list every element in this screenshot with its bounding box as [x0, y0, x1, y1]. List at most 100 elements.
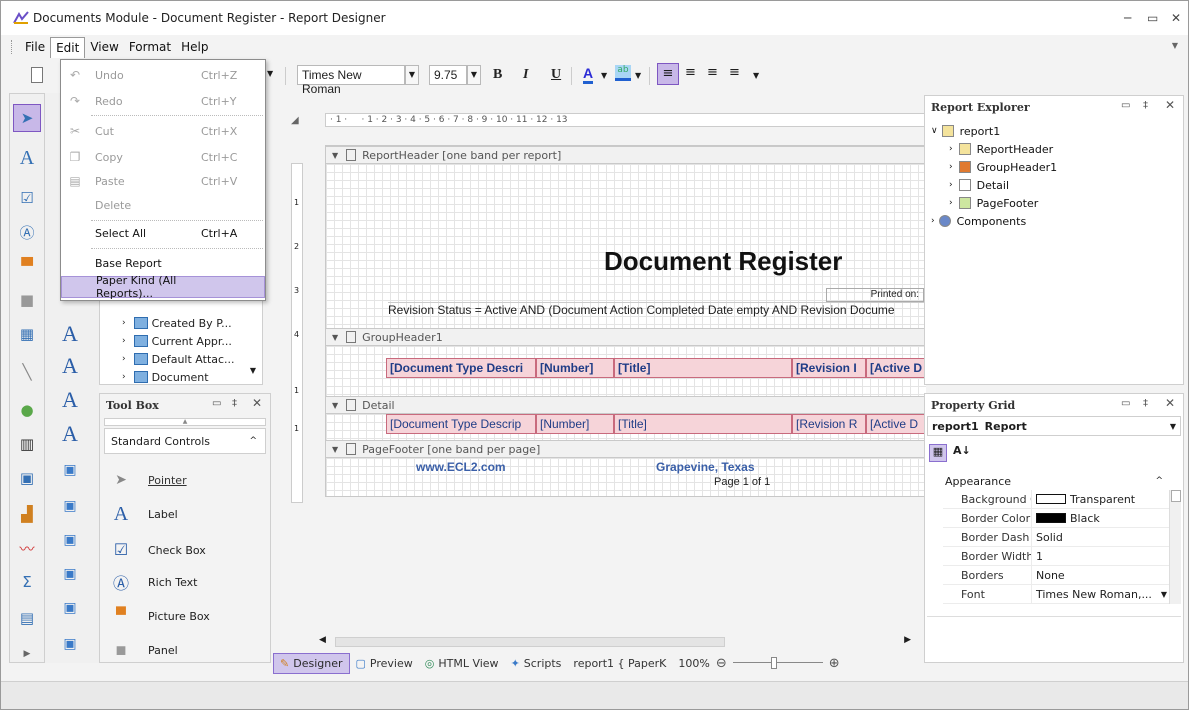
band-detail[interactable]: ▼ Detail [326, 396, 926, 414]
font-dropdown-icon[interactable]: ▼ [1161, 590, 1167, 599]
shape-tool-icon[interactable]: ● [13, 396, 41, 424]
group-cell[interactable]: [Number] [536, 358, 614, 378]
maximize-icon[interactable]: ▭ [1147, 11, 1158, 25]
close-icon[interactable]: ✕ [1171, 11, 1181, 25]
scroll-left-icon[interactable]: ◀ [319, 635, 326, 645]
font-size-combo[interactable]: 9.75 [429, 65, 467, 85]
sparkline-tool-icon[interactable]: 〰 [13, 534, 41, 562]
report-header-area[interactable]: Document Register Printed on: Revision S… [326, 164, 926, 328]
zoom-in-icon[interactable]: ⊕ [829, 656, 840, 671]
horizontal-scrollbar[interactable]: ◀ ▶ [319, 635, 911, 649]
tab-html-view[interactable]: ◎ HTML View [419, 654, 505, 673]
category-appearance[interactable]: Appearance ^ [939, 472, 1169, 490]
property-row[interactable]: Borders None [943, 565, 1169, 585]
font-size-dropdown-icon[interactable]: ▼ [467, 65, 481, 85]
scroll-thumb[interactable] [335, 637, 725, 647]
scroll-right-icon[interactable]: ▶ [13, 640, 41, 668]
font-color-icon[interactable]: A [583, 65, 594, 84]
richtext-tool-icon[interactable]: Ⓐ [13, 218, 41, 246]
scroll-up-icon[interactable]: ▲ [104, 418, 266, 426]
toolbox-group-header[interactable]: Standard Controls ^ [104, 428, 266, 454]
printed-on-label[interactable]: Printed on: [826, 288, 924, 302]
band-report-header[interactable]: ▼ ReportHeader [one band per report] [326, 146, 926, 164]
tab-designer[interactable]: ✎ Designer [273, 652, 350, 674]
close-icon[interactable]: ✕ [1165, 98, 1175, 112]
group-cell[interactable]: [Title] [614, 358, 792, 378]
detail-cell[interactable]: [Active D [866, 414, 926, 434]
footer-website[interactable]: www.ECL2.com [416, 460, 506, 474]
detail-area[interactable]: [Document Type Descrip [Number] [Title] … [326, 414, 926, 440]
group-cell[interactable]: [Document Type Descri [386, 358, 536, 378]
autohide-icon[interactable]: ‡ [1143, 100, 1148, 111]
explorer-item-detail[interactable]: › Detail [949, 176, 1009, 194]
barcode-tool-icon[interactable]: ▥ [13, 430, 41, 458]
categorized-view-icon[interactable]: ▦ [929, 444, 947, 462]
menu-item-undo[interactable]: ↶ Undo Ctrl+Z [61, 64, 265, 86]
field-list-item[interactable]: › Default Attac... [122, 350, 235, 368]
detail-cell[interactable]: [Title] [614, 414, 792, 434]
page-footer-area[interactable]: www.ECL2.com Grapevine, Texas Page 1 of … [326, 458, 926, 496]
tab-scripts[interactable]: ✦ Scripts [505, 654, 568, 673]
zoom-out-icon[interactable]: ⊖ [716, 656, 727, 671]
font-color-dropdown-icon[interactable]: ▼ [601, 71, 607, 80]
footer-page-number[interactable]: Page 1 of 1 [714, 476, 770, 488]
explorer-item-groupheader[interactable]: › GroupHeader1 [949, 158, 1057, 176]
property-row[interactable]: Border Dash StySolid [943, 527, 1169, 547]
menu-view[interactable]: View [85, 37, 123, 57]
minimize-icon[interactable]: ─ [1124, 11, 1131, 25]
menu-item-paper-kind[interactable]: Paper Kind (All Reports)... [61, 274, 265, 300]
checkbox-tool-icon[interactable]: ☑ [13, 184, 41, 212]
menu-item-select-all[interactable]: Select All Ctrl+A [61, 222, 265, 244]
underline-button[interactable]: U [551, 67, 561, 83]
report-title[interactable]: Document Register [604, 246, 842, 277]
align-center-button[interactable]: ≡ [685, 65, 696, 80]
group-cell[interactable]: [Active D [866, 358, 926, 378]
field-list-item[interactable]: › Document [122, 368, 209, 386]
pointer-tool-icon[interactable]: ➤ [13, 104, 41, 132]
italic-button[interactable]: I [523, 67, 528, 83]
autohide-icon[interactable]: ‡ [232, 398, 237, 409]
menu-item-cut[interactable]: ✂ Cut Ctrl+X [61, 120, 265, 142]
menu-item-paste[interactable]: ▤ Paste Ctrl+V [61, 170, 265, 192]
property-row[interactable]: Font Times New Roman,... ▼ [943, 584, 1169, 604]
close-icon[interactable]: ✕ [252, 396, 262, 410]
property-scrollbar[interactable] [1169, 490, 1181, 604]
group-header-area[interactable]: [Document Type Descri [Number] [Title] [… [326, 346, 926, 396]
toolbox-item-label[interactable]: A Label [110, 500, 178, 528]
back-color-dropdown-icon[interactable]: ▼ [635, 71, 641, 80]
menu-item-delete[interactable]: Delete [61, 194, 265, 216]
align-left-button[interactable]: ≡ [657, 63, 679, 85]
pin-icon[interactable]: ▭ [212, 398, 221, 409]
scroll-right-icon[interactable]: ▶ [904, 635, 911, 645]
menu-help[interactable]: Help [176, 37, 213, 57]
alphabetical-view-icon[interactable]: A↓ [953, 444, 971, 457]
scroll-thumb[interactable] [1171, 490, 1181, 502]
menu-edit[interactable]: Edit [50, 36, 86, 58]
detail-cell[interactable]: [Number] [536, 414, 614, 434]
new-report-icon[interactable] [31, 67, 43, 83]
toolbox-item-pointer[interactable]: ➤ Pointer [110, 466, 186, 494]
scroll-down-icon[interactable]: ▼ [250, 366, 256, 375]
property-row[interactable]: Border Color Black [943, 508, 1169, 528]
font-name-combo[interactable]: Times New Roman [297, 65, 405, 96]
toolbox-item-checkbox[interactable]: ☑ Check Box [110, 536, 206, 564]
detail-cell[interactable]: [Document Type Descrip [386, 414, 536, 434]
justify-button[interactable]: ≡ [729, 65, 740, 80]
menu-format[interactable]: Format [124, 37, 176, 57]
bold-button[interactable]: B [493, 67, 502, 83]
font-name-dropdown-icon[interactable]: ▼ [405, 65, 419, 85]
close-icon[interactable]: ✕ [1165, 396, 1175, 410]
detail-cell[interactable]: [Revision R [792, 414, 866, 434]
property-row[interactable]: Border Width 1 [943, 546, 1169, 566]
menu-file[interactable]: File [20, 37, 50, 57]
toolbar-overflow-icon[interactable]: ▼ [753, 71, 759, 80]
explorer-item-reportheader[interactable]: › ReportHeader [949, 140, 1053, 158]
explorer-item-components[interactable]: › Components [931, 212, 1026, 230]
picture-tool-icon[interactable]: ▀ [13, 252, 41, 280]
pin-icon[interactable]: ▭ [1121, 100, 1130, 111]
tab-preview[interactable]: ▢ Preview [350, 654, 419, 673]
explorer-item-pagefooter[interactable]: › PageFooter [949, 194, 1038, 212]
menu-item-base-report[interactable]: Base Report [61, 252, 265, 274]
label-tool-icon[interactable]: A [13, 144, 41, 172]
autohide-icon[interactable]: ‡ [1143, 398, 1148, 409]
